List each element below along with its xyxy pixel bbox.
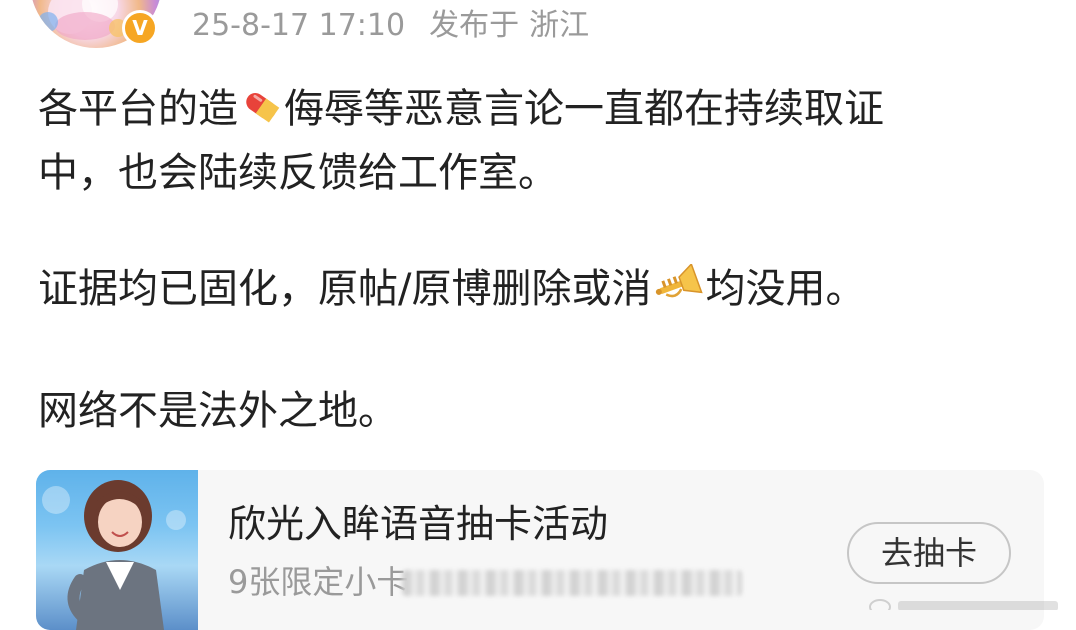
paragraph-line-2: 中，也会陆续反馈给工作室。 bbox=[38, 150, 558, 196]
post-text-segment: 侮辱等恶意言论一直都在持续取证 bbox=[284, 86, 884, 132]
card-subtitle: 9张限定小卡 bbox=[228, 563, 409, 601]
idol-photo-thumbnail bbox=[36, 470, 198, 630]
paragraph-line-3: 证据均已固化，原帖/原博删除或消 均没用。 bbox=[38, 260, 1048, 324]
weibo-watermark-icon bbox=[868, 596, 1068, 610]
draw-card-button[interactable]: 去抽卡 bbox=[847, 522, 1011, 584]
trumpet-icon bbox=[652, 262, 704, 324]
post-header: V 25-8-17 17:10 发布于 浙江 bbox=[0, 0, 1076, 56]
post-body: 各平台的造 侮辱等恶意言论一直都在持续取证 中，也会陆续反馈给工作室。 证据均已… bbox=[38, 80, 1048, 440]
post-text-segment: 证据均已固化，原帖/原博删除或消 bbox=[38, 266, 652, 312]
paragraph-line-4: 网络不是法外之地。 bbox=[38, 388, 398, 434]
blurred-text-region bbox=[402, 570, 742, 596]
verified-badge-icon: V bbox=[122, 10, 158, 46]
paragraph-line-1: 各平台的造 侮辱等恶意言论一直都在持续取证 bbox=[38, 80, 1048, 144]
post-location: 浙江 bbox=[529, 8, 590, 43]
card-title: 欣光入眸语音抽卡活动 bbox=[228, 502, 609, 546]
post-timestamp: 25-8-17 17:10 bbox=[192, 8, 406, 43]
author-avatar[interactable]: V bbox=[30, 0, 162, 48]
pill-icon bbox=[239, 84, 283, 144]
post-text-segment: 各平台的造 bbox=[38, 86, 238, 132]
post-meta: 25-8-17 17:10 发布于 浙江 bbox=[192, 6, 589, 46]
post-text-segment: 均没用。 bbox=[705, 266, 866, 312]
location-prefix: 发布于 bbox=[429, 8, 520, 43]
